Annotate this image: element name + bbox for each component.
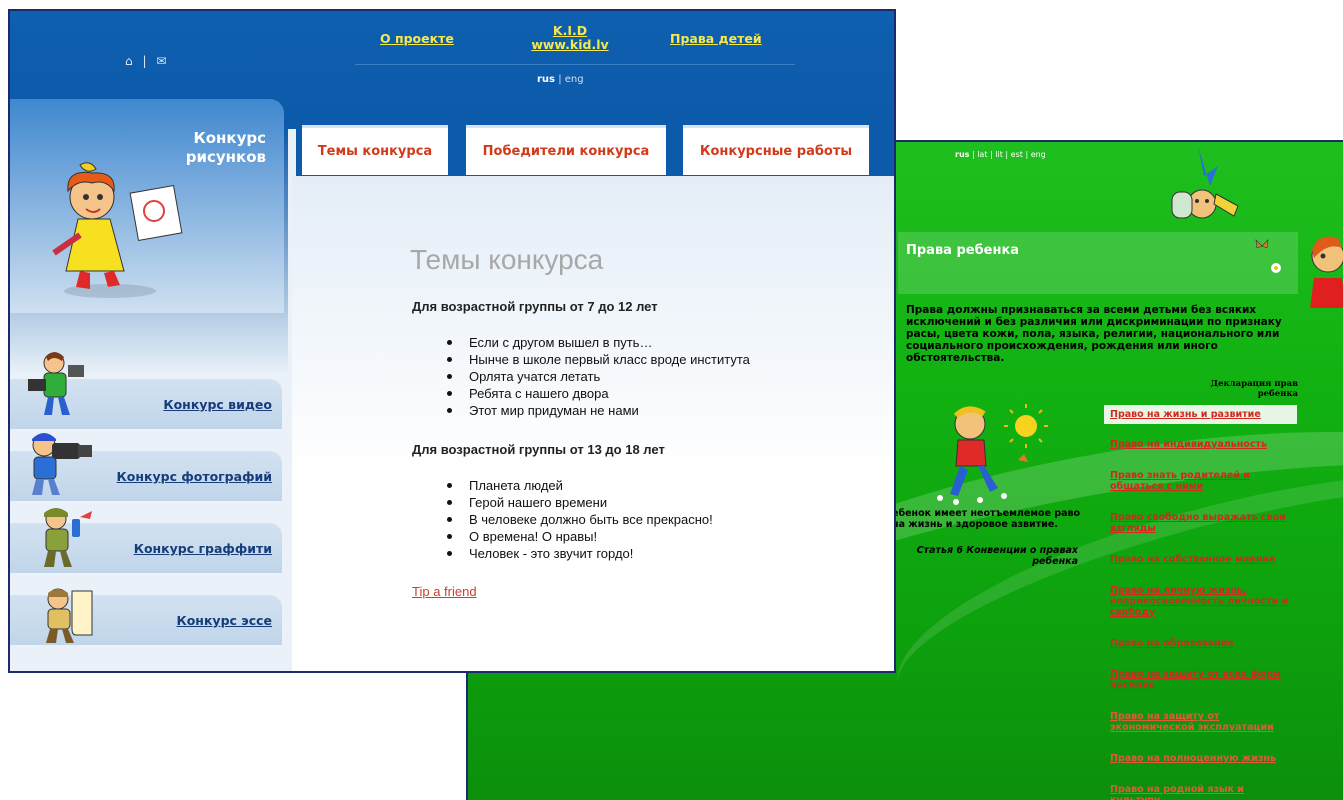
sidebar-item-label[interactable]: Конкурс эссе xyxy=(177,613,273,628)
tab-topics[interactable]: Темы конкурса xyxy=(302,125,448,175)
right-link[interactable]: Право на защиту от всех форм насилия xyxy=(1104,665,1297,695)
page-title: Темы конкурса xyxy=(410,244,604,275)
nav-rights-link[interactable]: Права детей xyxy=(670,31,762,46)
list-item: Этот мир придуман не нами xyxy=(447,402,750,419)
lang-est[interactable]: est xyxy=(1011,150,1023,159)
lang-eng[interactable]: eng xyxy=(565,74,584,85)
list-item: Орлята учатся летать xyxy=(447,368,750,385)
girl-illustration xyxy=(1310,236,1343,308)
topics-list-junior: Если с другом вышел в путь… Нынче в школ… xyxy=(447,334,750,419)
list-item: Планета людей xyxy=(447,477,713,494)
title-band xyxy=(898,232,1298,294)
rights-intro: Права должны признаваться за всеми детьм… xyxy=(906,304,1282,364)
group-title-senior: Для возрастной группы от 13 до 18 лет xyxy=(412,442,665,457)
lang-eng[interactable]: eng xyxy=(1031,150,1046,159)
right-link[interactable]: Право на личную жизнь, неприкосновенност… xyxy=(1104,581,1297,622)
photo-kid-icon xyxy=(32,433,92,495)
nav-kid-line2: www.kid.lv xyxy=(531,37,609,52)
nav-about-link[interactable]: О проекте xyxy=(380,31,454,46)
contest-window: ⌂ | ✉ О проекте K.I.D www.kid.lv Права д… xyxy=(8,9,896,673)
rights-title: Права ребенка xyxy=(906,243,1020,258)
right-link[interactable]: Право на индивидуальность xyxy=(1104,435,1297,454)
nav-divider xyxy=(355,64,795,65)
sidebar-item-essay[interactable]: Конкурс эссе xyxy=(10,588,282,645)
rights-list: Право на жизнь и развитие Право на индив… xyxy=(1104,405,1297,800)
essay-kid-icon xyxy=(46,588,93,643)
sidebar-item-graffiti[interactable]: Конкурс граффити xyxy=(10,508,282,573)
right-link[interactable]: Право на защиту от экономической эксплуа… xyxy=(1104,707,1297,737)
lang-lit[interactable]: lit xyxy=(995,150,1003,159)
sidebar-item-photo[interactable]: Конкурс фотографий xyxy=(10,433,282,501)
tip-a-friend-link[interactable]: Tip a friend xyxy=(412,584,477,599)
lang-rus[interactable]: rus xyxy=(955,150,969,159)
tab-winners[interactable]: Победители конкурса xyxy=(466,125,666,175)
sidebar-item-label[interactable]: Конкурс видео xyxy=(163,397,272,412)
rights-quote: ебенок имеет неотъемлемое раво на жизнь … xyxy=(892,508,1081,530)
lang-lat[interactable]: lat xyxy=(977,150,987,159)
right-link[interactable]: Право на жизнь и развитие xyxy=(1104,405,1297,424)
language-switcher: rus | eng xyxy=(537,74,584,85)
right-link[interactable]: Право на полноценную жизнь xyxy=(1104,749,1297,768)
tab-works[interactable]: Конкурсные работы xyxy=(683,125,869,175)
video-kid-icon xyxy=(28,352,84,415)
graffiti-kid-icon xyxy=(44,508,92,567)
list-item: Герой нашего времени xyxy=(447,494,713,511)
list-item: Нынче в школе первый класс вроде институ… xyxy=(447,351,750,368)
right-link[interactable]: Право на родной язык и культуру xyxy=(1104,780,1297,800)
group-title-junior: Для возрастной группы от 7 до 12 лет xyxy=(412,299,658,314)
right-link[interactable]: Право на собственное мнение xyxy=(1104,550,1297,569)
list-item: Ребята с нашего двора xyxy=(447,385,750,402)
home-icon[interactable]: ⌂ xyxy=(125,54,133,68)
lang-rus[interactable]: rus xyxy=(537,74,555,85)
flower-icon xyxy=(1271,263,1281,273)
sidebar-item-video[interactable]: Конкурс видео xyxy=(10,352,282,429)
right-link[interactable]: Право знать родителей и общаться с ними xyxy=(1104,466,1297,496)
boy-sun-illustration xyxy=(937,404,1048,505)
right-link[interactable]: Право на образование xyxy=(1104,634,1297,653)
sidebar-item-label[interactable]: Конкурс фотографий xyxy=(117,469,272,484)
list-item: Если с другом вышел в путь… xyxy=(447,334,750,351)
topics-list-senior: Планета людей Герой нашего времени В чел… xyxy=(447,477,713,562)
nav-kid-line1: K.I.D xyxy=(552,23,588,38)
butterfly-icon xyxy=(1255,239,1269,249)
quote-source: Статья 6 Конвенции о правах ребенка xyxy=(916,545,1078,567)
list-item: Человек - это звучит гордо! xyxy=(447,545,713,562)
declaration-label: Декларация прав ребенка xyxy=(1210,379,1298,399)
list-item: В человеке должно быть все прекрасно! xyxy=(447,511,713,528)
hanging-kid-illustration xyxy=(1171,146,1239,219)
nav-kid-link[interactable]: K.I.D www.kid.lv xyxy=(522,24,618,52)
mail-icon[interactable]: ✉ xyxy=(156,54,166,68)
header-icons: ⌂ | ✉ xyxy=(125,54,167,68)
list-item: О времена! О нравы! xyxy=(447,528,713,545)
painting-girl-illustration xyxy=(52,162,183,298)
right-link[interactable]: Право свободно выражать свои взгляды xyxy=(1104,508,1297,538)
language-switcher: rus | lat | lit | est | eng xyxy=(955,150,1046,159)
sidebar-item-label[interactable]: Конкурс граффити xyxy=(134,541,272,556)
